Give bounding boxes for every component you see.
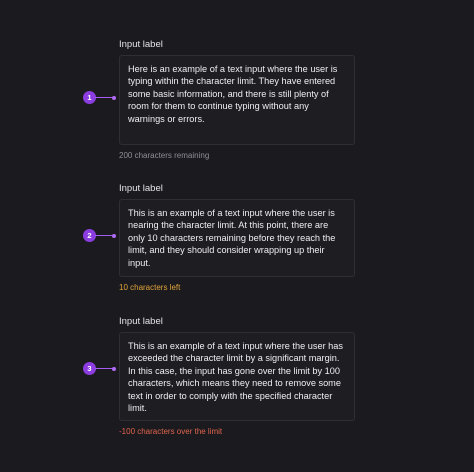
text-input-field-near-limit: Input label This is an example of a text… xyxy=(119,183,355,293)
input-label: Input label xyxy=(119,183,163,194)
marker-connector xyxy=(95,368,113,369)
character-count-helper: 200 characters remaining xyxy=(119,151,210,160)
annotation-marker-1: 1 xyxy=(83,91,119,105)
annotation-marker-3: 3 xyxy=(83,362,119,376)
text-input[interactable]: This is an example of a text input where… xyxy=(119,199,355,277)
marker-connector xyxy=(95,97,113,98)
character-count-error: -100 characters over the limit xyxy=(119,427,223,436)
marker-dot xyxy=(112,233,116,238)
marker-dot xyxy=(112,366,116,371)
text-input[interactable]: This is an example of a text input where… xyxy=(119,332,355,421)
input-label: Input label xyxy=(119,39,163,50)
text-input[interactable]: Here is an example of a text input where… xyxy=(119,55,355,145)
marker-dot xyxy=(112,95,116,100)
text-input-field-within-limit: Input label Here is an example of a text… xyxy=(119,39,355,161)
marker-connector xyxy=(95,235,113,236)
text-input-field-over-limit: Input label This is an example of a text… xyxy=(119,316,355,437)
character-count-warning: 10 characters left xyxy=(119,283,181,292)
input-label: Input label xyxy=(119,316,163,327)
annotation-marker-2: 2 xyxy=(83,229,119,243)
